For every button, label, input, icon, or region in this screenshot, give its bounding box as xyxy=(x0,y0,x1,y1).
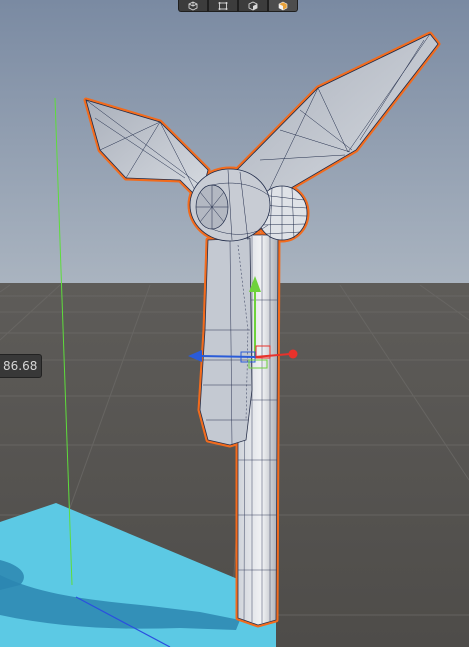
tool-button-shaded-wire[interactable] xyxy=(268,0,298,12)
tool-button-rect[interactable] xyxy=(208,0,238,12)
cube-shaded-icon xyxy=(248,0,258,11)
scene-toolbar xyxy=(178,0,298,12)
gizmo-z-axis[interactable] xyxy=(199,355,256,358)
scene-viewport[interactable] xyxy=(0,0,469,647)
tool-button-wireframe[interactable] xyxy=(178,0,208,12)
cube-wireframe-icon xyxy=(188,0,198,11)
cube-half-icon xyxy=(278,1,288,10)
tool-button-shaded[interactable] xyxy=(238,0,268,12)
gizmo-x-handle[interactable] xyxy=(288,349,298,359)
value-readout: 86.68 xyxy=(0,354,43,378)
rect-transform-icon xyxy=(218,1,228,10)
turbine-fin xyxy=(199,237,253,446)
